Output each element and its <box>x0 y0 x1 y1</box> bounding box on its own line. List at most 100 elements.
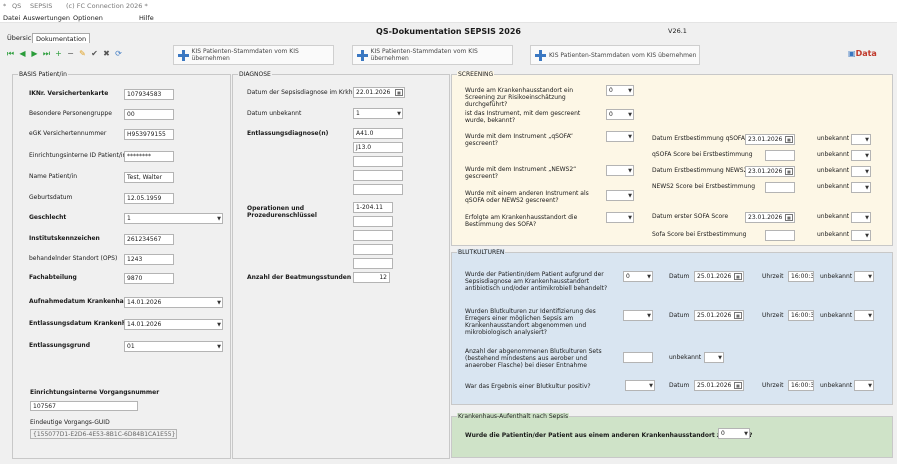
screening-q2-select[interactable]: 0 ▼ <box>606 109 634 120</box>
blut-unbekannt-label-1: unbekannt <box>820 312 853 319</box>
basis-select-6[interactable]: 1 ▼ <box>124 213 223 224</box>
basis-label-9: Fachabteilung <box>29 274 77 281</box>
kis-import-button-3[interactable]: KIS Patienten-Stammdaten vom KIS überneh… <box>530 45 700 65</box>
kis-import-button-2[interactable]: KIS Patienten-Stammdaten vom KIS überneh… <box>352 45 513 65</box>
calendar-icon[interactable]: ▦ <box>734 382 742 389</box>
prev-record-icon[interactable]: ◀ <box>17 48 28 59</box>
basis-input-3[interactable]: ******** <box>124 151 174 162</box>
refresh-icon[interactable]: ⟳ <box>113 48 124 59</box>
screening-q4-select[interactable]: ▼ <box>606 165 634 176</box>
screening-unbekannt-select-5[interactable]: ▼ <box>851 230 871 241</box>
next-record-icon[interactable]: ▶ <box>29 48 40 59</box>
basis-input-7[interactable]: 261234567 <box>124 234 174 245</box>
screening-q1-select[interactable]: 0 ▼ <box>606 85 634 96</box>
basis-select-11[interactable]: 14.01.2026 ▼ <box>124 319 223 330</box>
cancel-icon[interactable]: ✖ <box>101 48 112 59</box>
basis-input-4[interactable]: Test, Walter <box>124 172 174 183</box>
basis-legend: BASIS Patient/in <box>18 71 68 78</box>
sepsis-datum-input[interactable]: 22.01.2026 ▦ <box>353 87 405 98</box>
basis-input-0[interactable]: 107934583 <box>124 89 174 100</box>
beatmung-input[interactable]: 12 <box>353 272 390 283</box>
blut-uhrzeit-label-0: Uhrzeit <box>762 273 784 280</box>
basis-select-12[interactable]: 01 ▼ <box>124 341 223 352</box>
screening-right-label-4: Datum erster SOFA Score <box>652 213 729 220</box>
blut-unbekannt-select-2[interactable]: ▼ <box>854 380 874 391</box>
ops-input-4[interactable] <box>353 258 393 269</box>
blut-uhrzeit-input-0[interactable]: 16:00:30 <box>788 271 814 282</box>
calendar-icon[interactable]: ▦ <box>785 214 793 221</box>
basis-input-5[interactable]: 12.05.1959 <box>124 193 174 204</box>
blut-select-2[interactable]: ▼ <box>625 380 655 391</box>
screening-unbekannt-select-4[interactable]: ▼ <box>851 212 871 223</box>
chevron-down-icon: ▼ <box>744 431 748 437</box>
screening-score-input-3[interactable] <box>765 182 795 193</box>
entlassungsdiagnose-input-3[interactable] <box>353 170 403 181</box>
blut-select-0[interactable]: 0 ▼ <box>623 271 653 282</box>
calendar-icon[interactable]: ▦ <box>734 273 742 280</box>
edit-icon[interactable]: ✎ <box>77 48 88 59</box>
blut-unbekannt-select-0[interactable]: ▼ <box>854 271 874 282</box>
screening-unbekannt-select-0[interactable]: ▼ <box>851 134 871 145</box>
screening-date-input-2[interactable]: 23.01.2026 ▦ <box>745 166 795 177</box>
ops-input-1[interactable] <box>353 216 393 227</box>
screening-unbekannt-select-2[interactable]: ▼ <box>851 166 871 177</box>
entlassungsdiagnose-input-1[interactable]: J13.0 <box>353 142 403 153</box>
ops-input-3[interactable] <box>353 244 393 255</box>
delete-record-icon[interactable]: − <box>65 48 76 59</box>
blut-unbekannt-select-1[interactable]: ▼ <box>854 310 874 321</box>
window-title-3: SEPSIS <box>30 2 53 10</box>
blut-anzahl-unbekannt-select[interactable]: ▼ <box>704 352 724 363</box>
blut-datum-input-0[interactable]: 25.01.2026 ▦ <box>694 271 744 282</box>
entlassungsdiagnose-input-0[interactable]: A41.0 <box>353 128 403 139</box>
screening-date-input-0[interactable]: 23.01.2026 ▦ <box>745 134 795 145</box>
calendar-icon[interactable]: ▦ <box>785 168 793 175</box>
screening-q3-select[interactable]: ▼ <box>606 131 634 142</box>
blut-q1-label: Wurde der Patientin/dem Patient aufgrund… <box>465 271 608 292</box>
calendar-icon[interactable]: ▦ <box>395 89 403 96</box>
screening-unbekannt-select-1[interactable]: ▼ <box>851 150 871 161</box>
menu-datei[interactable]: Datei <box>3 14 20 22</box>
basis-label-6: Geschlecht <box>29 214 67 221</box>
entlassungsdiagnose-input-2[interactable] <box>353 156 403 167</box>
first-record-icon[interactable]: ⏮ <box>5 48 16 59</box>
basis-input-9[interactable]: 9870 <box>124 273 174 284</box>
menu-optionen[interactable]: Optionen <box>73 14 103 22</box>
blut-uhrzeit-label-1: Uhrzeit <box>762 312 784 319</box>
screening-unbekannt-label-1: unbekannt <box>817 151 850 158</box>
screening-q5-label: Wurde mit einem anderen Instrument als q… <box>465 190 589 204</box>
blut-anzahl-input[interactable] <box>623 352 653 363</box>
blut-uhrzeit-input-2[interactable]: 16:00:30 <box>788 380 814 391</box>
last-record-icon[interactable]: ⏭ <box>41 48 52 59</box>
basis-input-8[interactable]: 1243 <box>124 254 174 265</box>
logo-icon: ▣ <box>848 49 856 58</box>
blut-datum-input-2[interactable]: 25.01.2026 ▦ <box>694 380 744 391</box>
screening-q6-select[interactable]: ▼ <box>606 212 634 223</box>
screening-q5-select[interactable]: ▼ <box>606 190 634 201</box>
calendar-icon[interactable]: ▦ <box>785 136 793 143</box>
chevron-down-icon: ▼ <box>628 112 632 118</box>
entlassungsdiagnose-input-4[interactable] <box>353 184 403 195</box>
tab-dokumentation[interactable]: Dokumentation <box>32 33 91 43</box>
blut-select-1[interactable]: ▼ <box>623 310 653 321</box>
blut-datum-input-1[interactable]: 25.01.2026 ▦ <box>694 310 744 321</box>
menu-auswertungen[interactable]: Auswertungen <box>23 14 70 22</box>
menu-hilfe[interactable]: Hilfe <box>139 14 154 22</box>
calendar-icon[interactable]: ▦ <box>734 312 742 319</box>
screening-date-input-4[interactable]: 23.01.2026 ▦ <box>745 212 795 223</box>
blut-uhrzeit-input-1[interactable]: 16:00:30 <box>788 310 814 321</box>
basis-input-2[interactable]: H953979155 <box>124 129 174 140</box>
vorgang-input[interactable]: 107567 <box>30 401 138 411</box>
krankenhaus-q1-select[interactable]: 0 ▼ <box>718 428 750 439</box>
basis-input-1[interactable]: 00 <box>124 109 174 120</box>
screening-unbekannt-select-3[interactable]: ▼ <box>851 182 871 193</box>
screening-score-input-5[interactable] <box>765 230 795 241</box>
ops-input-2[interactable] <box>353 230 393 241</box>
datum-unbekannt-select[interactable]: 1 ▼ <box>353 108 403 119</box>
kis-import-button-1[interactable]: KIS Patienten-Stammdaten vom KIS überneh… <box>173 45 334 65</box>
save-icon[interactable]: ✔ <box>89 48 100 59</box>
screening-score-input-1[interactable] <box>765 150 795 161</box>
ops-input-0[interactable]: 1-204.11 <box>353 202 393 213</box>
basis-select-10[interactable]: 14.01.2026 ▼ <box>124 297 223 308</box>
screening-right-label-2: Datum Erstbestimmung NEWS2 <box>652 167 748 174</box>
new-record-icon[interactable]: + <box>53 48 64 59</box>
